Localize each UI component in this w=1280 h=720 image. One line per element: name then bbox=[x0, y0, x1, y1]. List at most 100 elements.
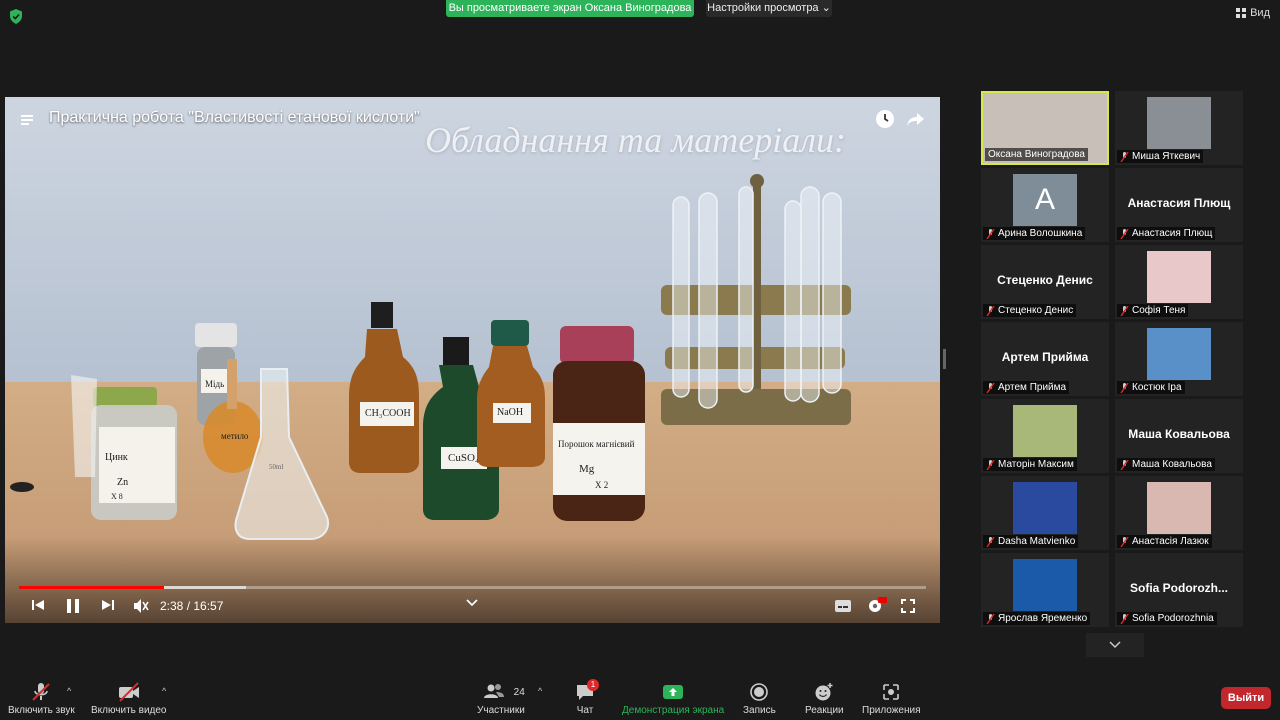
start-video-label: Включить видео bbox=[91, 705, 167, 716]
mic-muted-icon bbox=[986, 459, 995, 470]
participant-name: Маторін Максим bbox=[998, 459, 1074, 470]
leave-button[interactable]: Выйти bbox=[1221, 687, 1271, 709]
participant-name-tag: Оксана Виноградова bbox=[985, 148, 1088, 161]
participant-name: Ярослав Яременко bbox=[998, 613, 1088, 624]
playlist-icon[interactable] bbox=[21, 113, 37, 127]
shield-icon[interactable] bbox=[9, 9, 23, 24]
audio-options-caret[interactable]: ^ bbox=[67, 686, 71, 696]
gallery-scroll-down-button[interactable] bbox=[1086, 633, 1144, 657]
pause-icon[interactable] bbox=[66, 598, 80, 614]
reactions-label: Реакции bbox=[805, 705, 844, 716]
participant-name-tag: Миша Яткевич bbox=[1117, 150, 1204, 163]
screen-share-banner: Вы просматриваете экран Оксана Виноградо… bbox=[446, 0, 694, 17]
participant-tile[interactable]: Маторін Максим bbox=[981, 399, 1109, 473]
subtitles-icon[interactable] bbox=[835, 600, 851, 612]
mg-qty-label: Х 2 bbox=[595, 480, 609, 490]
video-overlay-caption: Обладнання та матеріали: bbox=[425, 120, 846, 160]
mg-name-label: Порошок магнієвий bbox=[558, 439, 635, 449]
mic-muted-icon bbox=[1120, 151, 1129, 162]
participant-name-tag: Костюк Іра bbox=[1117, 381, 1185, 394]
participant-tile[interactable]: Dasha Matvienko bbox=[981, 476, 1109, 550]
participant-display-name: Sofia Podorozh... bbox=[1130, 581, 1228, 595]
participant-name: Оксана Виноградова bbox=[988, 149, 1085, 160]
chat-label: Чат bbox=[576, 705, 594, 716]
unmute-label: Включить звук bbox=[8, 705, 75, 716]
share-screen-icon bbox=[663, 685, 684, 699]
smiley-icon bbox=[815, 683, 833, 701]
zinc-qty-label: Х 8 bbox=[111, 492, 123, 501]
settings-hd-icon[interactable] bbox=[867, 597, 887, 613]
participant-display-name: Стеценко Денис bbox=[997, 273, 1093, 287]
participant-tile[interactable]: Анастасия Плющ Анастасия Плющ bbox=[1115, 168, 1243, 242]
participant-video-thumbnail bbox=[1147, 251, 1211, 303]
zinc-label: Цинк bbox=[105, 452, 128, 463]
avatar-initial: A bbox=[1013, 174, 1077, 226]
watch-later-icon[interactable] bbox=[875, 109, 895, 129]
participant-name-tag: Dasha Matvienko bbox=[983, 535, 1079, 548]
participant-tile[interactable]: Оксана Виноградова bbox=[981, 91, 1109, 165]
participant-tile[interactable]: Софія Теня bbox=[1115, 245, 1243, 319]
record-label: Запись bbox=[743, 705, 776, 716]
mic-muted-icon bbox=[32, 683, 51, 701]
participants-count: 24 bbox=[513, 686, 525, 698]
apps-button[interactable]: Приложения bbox=[862, 682, 921, 716]
mic-muted-icon bbox=[1120, 382, 1129, 393]
record-button[interactable]: Запись bbox=[743, 682, 776, 716]
participant-tile[interactable]: Миша Яткевич bbox=[1115, 91, 1243, 165]
participant-name-tag: Ярослав Яременко bbox=[983, 612, 1091, 625]
participant-tile[interactable]: Маша Ковальова Маша Ковальова bbox=[1115, 399, 1243, 473]
participant-name-tag: Арина Волошкина bbox=[983, 227, 1086, 240]
split-handle[interactable] bbox=[943, 349, 946, 369]
cuso4-label: CuSO₄ bbox=[448, 452, 479, 464]
participant-name: Арина Волошкина bbox=[998, 228, 1083, 239]
record-icon bbox=[750, 683, 769, 701]
participant-name: Маша Ковальова bbox=[1132, 459, 1212, 470]
participant-video-thumbnail bbox=[1147, 97, 1211, 149]
participant-display-name: Анастасия Плющ bbox=[1127, 196, 1231, 210]
mic-muted-icon bbox=[986, 613, 995, 624]
participant-tile[interactable]: Стеценко Денис Стеценко Денис bbox=[981, 245, 1109, 319]
participant-tile[interactable]: Артем Прийма Артем Прийма bbox=[981, 322, 1109, 396]
fullscreen-icon[interactable] bbox=[901, 599, 915, 613]
participant-tile[interactable]: Sofia Podorozh... Sofia Podorozhnia bbox=[1115, 553, 1243, 627]
mic-muted-icon bbox=[986, 228, 995, 239]
participant-name-tag: Анастасия Плющ bbox=[1117, 227, 1216, 240]
participant-name: Анастасія Лазюк bbox=[1132, 536, 1209, 547]
participant-name: Анастасия Плющ bbox=[1132, 228, 1213, 239]
participant-video-thumbnail bbox=[1013, 559, 1077, 611]
participant-tile[interactable]: Ярослав Яременко bbox=[981, 553, 1109, 627]
participant-tile[interactable]: Костюк Іра bbox=[1115, 322, 1243, 396]
start-video-button[interactable]: Включить видео bbox=[91, 682, 167, 716]
participant-video-thumbnail bbox=[1013, 405, 1077, 457]
share-icon[interactable] bbox=[906, 109, 926, 129]
chevron-down-icon[interactable] bbox=[466, 599, 478, 607]
participant-name: Миша Яткевич bbox=[1132, 151, 1201, 162]
video-time: 2:38 / 16:57 bbox=[160, 599, 224, 613]
progress-bar[interactable] bbox=[19, 586, 165, 589]
video-options-caret[interactable]: ^ bbox=[162, 686, 166, 696]
naoh-label: NaOH bbox=[497, 407, 524, 418]
video-title[interactable]: Практична робота "Властивості етанової к… bbox=[49, 109, 420, 127]
participants-options-caret[interactable]: ^ bbox=[538, 686, 542, 696]
camera-off-icon bbox=[118, 682, 139, 702]
volume-muted-icon[interactable] bbox=[133, 598, 149, 614]
participant-tile[interactable]: Анастасія Лазюк bbox=[1115, 476, 1243, 550]
apps-label: Приложения bbox=[862, 705, 921, 716]
shared-screen-video[interactable]: Цинк Zn Х 8 Мідь метило 50ml CH₃COOH CuS… bbox=[5, 97, 940, 623]
reactions-button[interactable]: Реакции bbox=[805, 682, 844, 716]
participants-button[interactable]: 24 Участники bbox=[477, 682, 525, 716]
participant-tile[interactable]: A Арина Волошкина bbox=[981, 168, 1109, 242]
acetic-acid-label: CH₃COOH bbox=[365, 408, 411, 419]
share-screen-button[interactable]: Демонстрация экрана bbox=[622, 682, 724, 716]
chat-unread-badge: 1 bbox=[587, 679, 599, 691]
participant-name: Костюк Іра bbox=[1132, 382, 1182, 393]
unmute-button[interactable]: Включить звук bbox=[8, 682, 75, 716]
participant-name-tag: Артем Прийма bbox=[983, 381, 1070, 394]
participant-name: Софія Теня bbox=[1132, 305, 1186, 316]
view-settings-button[interactable]: Настройки просмотра ⌄ bbox=[706, 0, 832, 17]
participant-display-name: Артем Прийма bbox=[1001, 350, 1089, 364]
view-button[interactable]: Вид bbox=[1236, 7, 1270, 19]
flask-volume-label: 50ml bbox=[269, 463, 284, 471]
previous-icon[interactable] bbox=[31, 598, 45, 612]
next-icon[interactable] bbox=[101, 598, 115, 612]
